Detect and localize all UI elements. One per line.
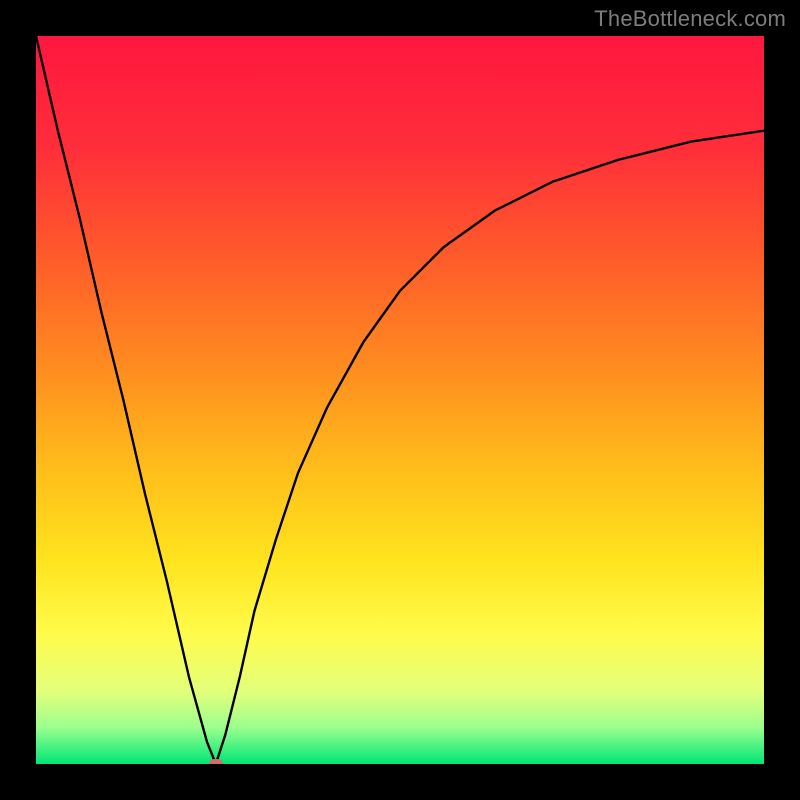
minimum-marker bbox=[209, 759, 223, 764]
chart-frame: TheBottleneck.com bbox=[0, 0, 800, 800]
watermark-text: TheBottleneck.com bbox=[594, 6, 786, 32]
plot-area bbox=[36, 36, 764, 764]
bottleneck-curve bbox=[36, 36, 764, 764]
